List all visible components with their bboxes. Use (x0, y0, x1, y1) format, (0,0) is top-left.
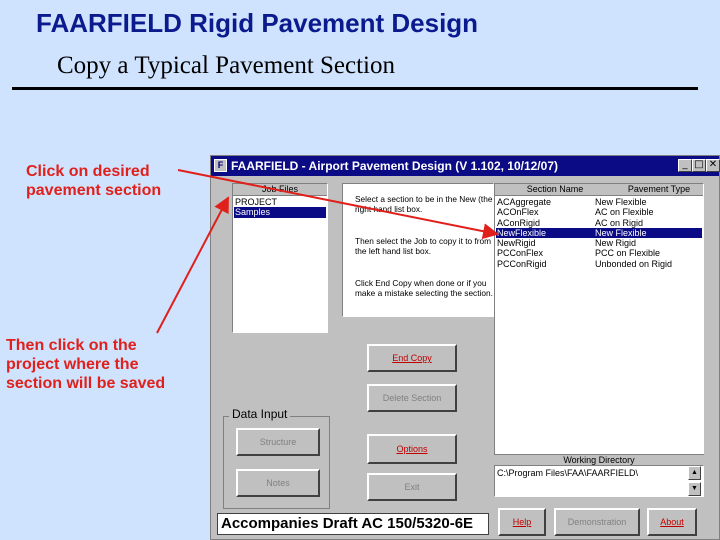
pavement-type-cell: AC on Flexible (595, 207, 654, 218)
demonstration-button[interactable]: Demonstration (554, 508, 640, 536)
section-name-cell: NewFlexible (497, 227, 547, 238)
maximize-button[interactable]: □ (692, 159, 706, 172)
section-row[interactable]: AConRigid AC on Rigid (496, 218, 702, 228)
window-title: FAARFIELD - Airport Pavement Design (V 1… (231, 159, 558, 173)
scroll-up-arrow-icon[interactable]: ▲ (688, 466, 701, 480)
section-name-column-header[interactable]: Section Name (495, 184, 615, 195)
end-copy-label: End Copy (392, 353, 432, 363)
instruction-text: Then select the Job to copy it to from t… (355, 236, 492, 256)
section-row[interactable]: PCConRigid Unbonded on Rigid (496, 259, 702, 269)
working-directory-field[interactable]: C:\Program Files\FAA\FAARFIELD\ ▲ ▼ (494, 465, 704, 497)
minimize-button[interactable]: _ (678, 159, 692, 172)
section-name-cell: ACOnFlex (497, 207, 539, 218)
callout-select-section: Click on desired pavement section (26, 163, 162, 199)
section-name-cell: NewRigid (497, 238, 536, 249)
working-directory-path: C:\Program Files\FAA\FAARFIELD\ (497, 468, 639, 478)
exit-button[interactable]: Exit (367, 473, 457, 501)
job-file-item[interactable]: Samples (234, 207, 326, 218)
section-name-cell: PCConFlex (497, 248, 544, 259)
pavement-type-cell: AC on Rigid (595, 217, 644, 228)
pavement-type-cell: New Flexible (595, 227, 647, 238)
about-label: About (660, 517, 684, 527)
status-bar: Accompanies Draft AC 150/5320-6E (217, 513, 489, 535)
section-row[interactable]: PCConFlex PCC on Flexible (496, 248, 702, 258)
working-directory-label: Working Directory (494, 454, 704, 465)
slide-title: FAARFIELD Rigid Pavement Design (36, 8, 479, 38)
pavement-type-cell: Unbonded on Rigid (595, 258, 673, 269)
job-file-item[interactable]: PROJECT (234, 197, 326, 207)
section-row[interactable]: ACOnFlex AC on Flexible (496, 207, 702, 217)
scroll-down-arrow-icon[interactable]: ▼ (688, 482, 701, 496)
slide-subtitle: Copy a Typical Pavement Section (57, 52, 396, 79)
close-button[interactable]: ✕ (706, 159, 720, 172)
section-row[interactable]: ACAggregate New Flexible (496, 197, 702, 207)
section-row[interactable]: NewRigid New Rigid (496, 238, 702, 248)
about-button[interactable]: About (647, 508, 697, 536)
help-button[interactable]: Help (498, 508, 546, 536)
pavement-type-cell: New Rigid (595, 238, 637, 249)
section-row[interactable]: NewFlexible New Flexible (496, 227, 702, 239)
pavement-type-cell: New Flexible (595, 197, 647, 207)
section-name-cell: ACAggregate (497, 197, 552, 207)
title-bar[interactable]: F FAARFIELD - Airport Pavement Design (V… (211, 156, 720, 176)
notes-button[interactable]: Notes (236, 469, 320, 497)
job-files-list[interactable]: Job Files PROJECT Samples (232, 183, 328, 333)
job-files-header: Job Files (233, 184, 327, 196)
instructions-panel: Select a section to be in the New (the r… (342, 183, 494, 317)
callout-select-project: Then click on the project where the sect… (6, 337, 166, 392)
instruction-text: Select a section to be in the New (the r… (355, 194, 493, 214)
sections-header: Section Name Pavement Type (495, 184, 703, 196)
end-copy-button[interactable]: End Copy (367, 344, 457, 372)
app-window: F FAARFIELD - Airport Pavement Design (V… (210, 155, 720, 540)
options-button[interactable]: Options (367, 434, 457, 464)
app-icon[interactable]: F (214, 159, 227, 172)
data-input-label: Data Input (229, 407, 291, 421)
title-divider (12, 87, 698, 90)
sections-list[interactable]: Section Name Pavement Type ACAggregate Ne… (494, 183, 704, 456)
section-name-cell: AConRigid (497, 217, 541, 228)
instruction-text: Click End Copy when done or if you make … (355, 278, 493, 298)
options-label: Options (396, 444, 428, 454)
structure-button[interactable]: Structure (236, 428, 320, 456)
section-name-cell: PCConRigid (497, 258, 547, 269)
pavement-type-cell: PCC on Flexible (595, 248, 661, 259)
delete-section-button[interactable]: Delete Section (367, 384, 457, 412)
help-label: Help (512, 517, 532, 527)
pavement-type-column-header[interactable]: Pavement Type (615, 184, 703, 195)
